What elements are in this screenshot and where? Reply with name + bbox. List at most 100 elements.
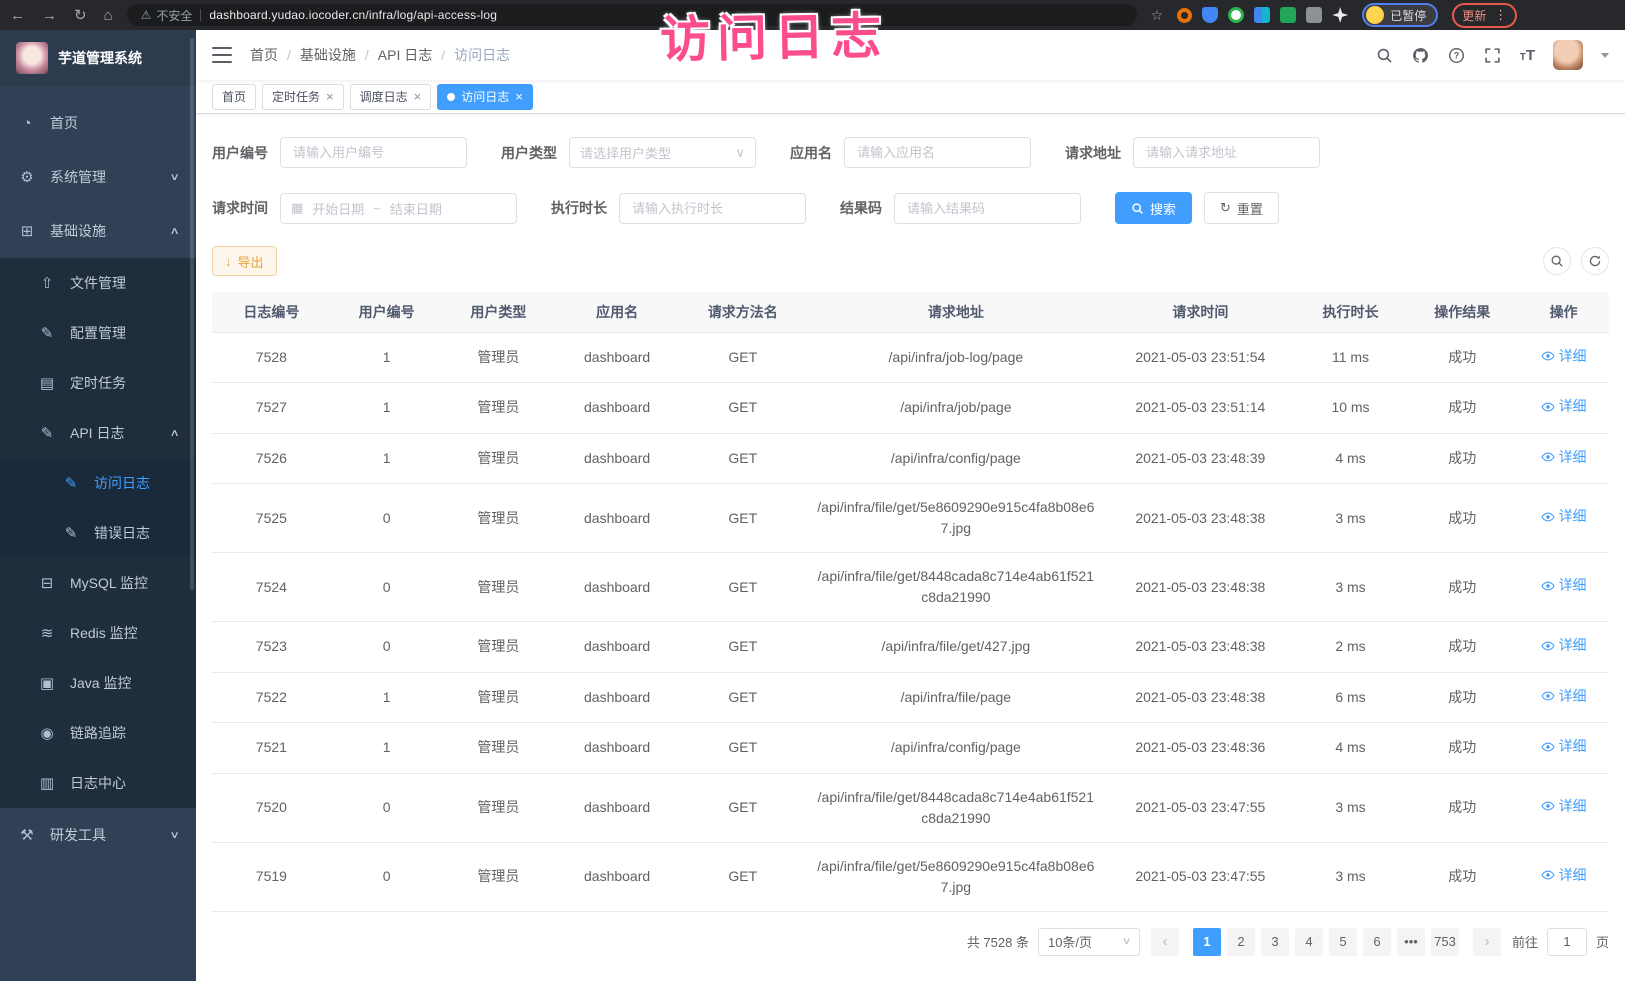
sidebar-item-error-log[interactable]: ✎ 错误日志: [0, 508, 196, 558]
page-button[interactable]: 753: [1431, 928, 1459, 956]
detail-link[interactable]: 详细: [1541, 635, 1587, 656]
detail-link[interactable]: 详细: [1541, 346, 1587, 367]
reset-button[interactable]: ↻ 重置: [1204, 192, 1279, 224]
sidebar-item-infra[interactable]: ⊞ 基础设施 ∧: [0, 204, 196, 258]
breadcrumb-home[interactable]: 首页: [250, 45, 278, 65]
back-icon[interactable]: ←: [10, 8, 25, 23]
detail-link[interactable]: 详细: [1541, 865, 1587, 886]
cell-request-url: /api/infra/config/page: [806, 723, 1106, 774]
page-button[interactable]: 1: [1193, 928, 1221, 956]
breadcrumb-infra[interactable]: 基础设施: [300, 45, 356, 65]
detail-link[interactable]: 详细: [1541, 506, 1587, 527]
detail-link[interactable]: 详细: [1541, 575, 1587, 596]
profile-chip[interactable]: 已暂停: [1362, 3, 1438, 27]
search-icon: [1550, 254, 1564, 268]
fullscreen-icon[interactable]: [1484, 46, 1502, 64]
infra-submenu: ⇧ 文件管理 ✎ 配置管理 ▤ 定时任务 ✎ API 日志 ∧ ✎ 访问日志 ✎: [0, 258, 196, 808]
sidebar-item-scheduled-jobs[interactable]: ▤ 定时任务: [0, 358, 196, 408]
address-bar[interactable]: ⚠ 不安全 dashboard.yudao.iocoder.cn/infra/l…: [127, 4, 1137, 26]
sidebar-item-java-monitor[interactable]: ▣ Java 监控: [0, 658, 196, 708]
extension-icon-orange[interactable]: [1177, 8, 1192, 23]
close-icon[interactable]: ×: [414, 89, 422, 104]
sidebar-item-home[interactable]: ◔ 首页: [0, 96, 196, 150]
sidebar-item-config-manage[interactable]: ✎ 配置管理: [0, 308, 196, 358]
extension-icon-shield[interactable]: [1202, 7, 1218, 23]
close-icon[interactable]: ×: [515, 89, 523, 104]
user-avatar[interactable]: [1553, 40, 1583, 70]
cell-request-time: 2021-05-03 23:47:55: [1106, 773, 1295, 842]
security-status[interactable]: ⚠ 不安全: [141, 7, 193, 24]
cell-user-id: 1: [331, 672, 443, 723]
extension-icon-pinwheel[interactable]: [1332, 7, 1348, 23]
breadcrumb-api-log[interactable]: API 日志: [378, 45, 432, 65]
page-button[interactable]: 6: [1363, 928, 1391, 956]
bookmark-star-icon[interactable]: ☆: [1151, 7, 1164, 24]
cell-method: GET: [680, 672, 806, 723]
user-id-input[interactable]: [280, 137, 467, 168]
tab-access-log[interactable]: 访问日志 ×: [437, 84, 533, 110]
app-logo-row[interactable]: 芋道管理系统: [0, 30, 196, 86]
browser-update-button[interactable]: 更新 ⋮: [1452, 3, 1517, 28]
goto-page-input[interactable]: [1547, 928, 1587, 956]
github-icon[interactable]: [1412, 46, 1430, 64]
tab-schedule-log[interactable]: 调度日志 ×: [350, 84, 432, 110]
download-icon: ↓: [225, 254, 232, 269]
sidebar-item-redis-monitor[interactable]: ≋ Redis 监控: [0, 608, 196, 658]
extension-icon-grid[interactable]: [1254, 7, 1270, 23]
sidebar-item-system[interactable]: ⚙ 系统管理 ∨: [0, 150, 196, 204]
home-icon[interactable]: ⌂: [104, 8, 113, 23]
browser-menu-icon[interactable]: ⋮: [1494, 7, 1507, 23]
search-icon: [1131, 202, 1144, 215]
url-text[interactable]: dashboard.yudao.iocoder.cn/infra/log/api…: [209, 8, 497, 22]
detail-link[interactable]: 详细: [1541, 447, 1587, 468]
font-size-icon[interactable]: TT: [1520, 47, 1535, 64]
toggle-search-button[interactable]: [1543, 247, 1571, 275]
cell-request-url: /api/infra/job-log/page: [806, 332, 1106, 383]
cell-result: 成功: [1406, 484, 1518, 553]
duration-input[interactable]: [619, 193, 806, 224]
detail-link[interactable]: 详细: [1541, 736, 1587, 757]
page-button[interactable]: 4: [1295, 928, 1323, 956]
warning-icon: ⚠: [141, 8, 152, 22]
sidebar-item-access-log[interactable]: ✎ 访问日志: [0, 458, 196, 508]
sidebar-item-log-center[interactable]: ▥ 日志中心: [0, 758, 196, 808]
detail-link[interactable]: 详细: [1541, 796, 1587, 817]
next-page-button[interactable]: ›: [1473, 928, 1501, 956]
page-button[interactable]: •••: [1397, 928, 1425, 956]
extension-icon-green[interactable]: [1228, 7, 1244, 23]
search-icon[interactable]: [1376, 46, 1394, 64]
user-type-select[interactable]: 请选择用户类型 ∨: [569, 137, 756, 168]
page-size-select[interactable]: 10条/页 ∨: [1038, 928, 1140, 956]
avatar-caret-icon[interactable]: [1601, 53, 1609, 58]
reload-icon[interactable]: ↻: [74, 8, 87, 23]
help-icon[interactable]: ?: [1448, 46, 1466, 64]
sidebar-item-trace[interactable]: ◉ 链路追踪: [0, 708, 196, 758]
page-button[interactable]: 3: [1261, 928, 1289, 956]
sidebar-item-file-manage[interactable]: ⇧ 文件管理: [0, 258, 196, 308]
prev-page-button[interactable]: ‹: [1151, 928, 1179, 956]
refresh-table-button[interactable]: [1581, 247, 1609, 275]
tab-scheduled-jobs[interactable]: 定时任务 ×: [262, 84, 344, 110]
detail-link[interactable]: 详细: [1541, 396, 1587, 417]
search-button[interactable]: 搜索: [1115, 192, 1192, 224]
hamburger-icon[interactable]: [212, 47, 232, 63]
table-row: 7523 0 管理员 dashboard GET /api/infra/file…: [212, 622, 1609, 673]
sidebar-item-dev-tools[interactable]: ⚒ 研发工具 ∨: [0, 808, 196, 862]
page-button[interactable]: 2: [1227, 928, 1255, 956]
detail-link[interactable]: 详细: [1541, 686, 1587, 707]
tab-home[interactable]: 首页: [212, 84, 256, 110]
page-button[interactable]: 5: [1329, 928, 1357, 956]
top-navbar: 首页 / 基础设施 / API 日志 / 访问日志 ? TT: [196, 30, 1625, 80]
cell-action: 详细: [1518, 332, 1609, 383]
request-url-input[interactable]: [1133, 137, 1320, 168]
export-button[interactable]: ↓ 导出: [212, 246, 277, 276]
sidebar-item-mysql-monitor[interactable]: ⊟ MySQL 监控: [0, 558, 196, 608]
forward-icon[interactable]: →: [42, 8, 57, 23]
extensions-puzzle-icon[interactable]: [1306, 7, 1322, 23]
date-range-picker[interactable]: ▦ 开始日期 ~ 结束日期: [280, 193, 517, 224]
extension-icon-green-square[interactable]: [1280, 7, 1296, 23]
app-name-input[interactable]: [844, 137, 1031, 168]
sidebar-item-api-log[interactable]: ✎ API 日志 ∧: [0, 408, 196, 458]
close-icon[interactable]: ×: [326, 89, 334, 104]
result-code-input[interactable]: [894, 193, 1081, 224]
